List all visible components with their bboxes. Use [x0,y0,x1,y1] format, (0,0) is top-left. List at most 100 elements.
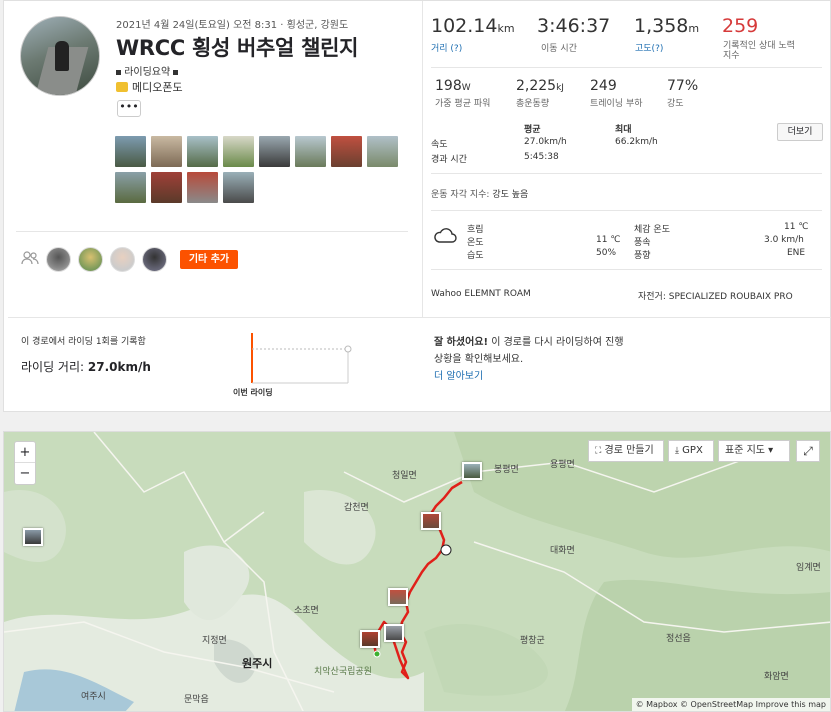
stat-training-load-label: 트레이닝 부하 [590,99,643,109]
progress-chart [251,333,352,384]
stat-value: 1,358 [634,15,689,37]
stat-value: 2,225 [516,78,557,94]
bike-name: 자전거: SPECIALIZED ROUBAIX PRO [638,292,793,302]
stat-intensity-label: 강도 [667,99,684,109]
athlete-avatar[interactable] [142,247,167,272]
map-attribution[interactable]: © Mapbox © OpenStreetMap Improve this ma… [631,698,830,711]
activity-title: WRCC 횡성 버추얼 챌린지 [116,36,359,60]
photo-thumbnail[interactable] [259,136,290,167]
weather-temp-label: 온도 [467,238,484,248]
photo-thumbnail[interactable] [151,136,182,167]
weather-feels-value: 11 ℃ [784,222,809,232]
divider [431,67,822,68]
download-icon: ⤓ [675,446,679,456]
gpx-button[interactable]: ⤓ GPX [668,440,714,462]
place-label: 봉평면 [494,465,519,475]
photo-thumbnail[interactable] [187,172,218,203]
promo-bold: 잘 하셨어요! [434,337,489,348]
perceived-value: 강도 높음 [492,190,529,200]
place-label: 갑천면 [344,503,369,513]
stat-weighted-power-label: 가중 평균 파워 [435,99,491,109]
map-photo-marker[interactable] [462,462,482,480]
perceived-label: 운동 자각 지수: [431,190,490,200]
stat-relative-effort-label: 기록적인 상대 노력 지수 [723,41,795,61]
map-photo-marker[interactable] [384,624,404,642]
stat-distance-label[interactable]: 거리 (?) [431,41,462,54]
athlete-avatar[interactable] [46,247,71,272]
activity-date-location: 2021년 4월 24일(토요일) 오전 8:31 · 횡성군, 강원도 [116,20,349,31]
stat-elevation-label[interactable]: 고도(?) [635,41,663,54]
divider [431,173,822,174]
photo-thumbnail[interactable] [115,136,146,167]
stat-intensity: 77% [667,78,698,94]
photo-thumbnail[interactable] [151,172,182,203]
athlete-avatar[interactable] [110,247,135,272]
map-photo-marker[interactable] [421,512,441,530]
place-label: 대화면 [550,546,575,556]
place-label: 평창군 [520,636,545,646]
athlete-avatar[interactable] [78,247,103,272]
zoom-out-button[interactable]: − [15,463,35,484]
stat-value: 259 [722,15,759,37]
elapsed-avg: 5:45:38 [524,152,559,162]
place-label: 용평면 [550,460,575,470]
fullscreen-icon[interactable]: ⤢ [796,440,820,462]
stat-unit: m [688,22,700,35]
activity-card: 2021년 4월 24일(토요일) 오전 8:31 · 횡성군, 강원도 WRC… [3,0,831,412]
square-icon [173,69,179,75]
map-photo-marker[interactable] [360,630,380,648]
learn-more-link[interactable]: 더 알아보기 [434,371,483,382]
photo-thumbnail[interactable] [223,136,254,167]
make-route-label: 경로 만들기 [604,445,654,456]
records-line: 이 경로에서 라이딩 1회를 기록함 [21,337,146,347]
route-line [372,480,463,680]
distance-value: 27.0km/h [87,360,151,374]
weather-feels-label: 체감 온도 [634,225,670,235]
weather-wind-label: 풍속 [634,238,651,248]
place-label: 임계면 [796,563,821,573]
route-map[interactable]: 청일면 봉평면 용평면 갑천면 대화면 임계면 소초면 지정면 평창군 정선읍 … [3,431,831,712]
place-label: 원주시 [242,657,273,670]
stat-relative-effort: 259 [722,15,758,37]
stat-unit: kJ [556,83,564,93]
gpx-label: GPX [682,445,703,456]
stat-unit: km [497,22,515,35]
summary-line: 라이딩요약 [116,63,179,78]
stat-total-work: 2,225kJ [516,78,564,94]
map-photo-marker[interactable] [23,528,43,546]
photo-thumbnail[interactable] [187,136,218,167]
cloud-icon [433,226,457,248]
place-label: 지정면 [202,636,227,646]
distance-label: 라이딩 거리: [21,360,85,374]
stat-unit: W [461,83,471,93]
weather-humidity-value: 50% [596,248,617,258]
tag-icon [116,82,128,92]
photo-thumbnail[interactable] [223,172,254,203]
map-photo-marker[interactable] [388,588,408,606]
zoom-in-button[interactable]: + [15,442,35,463]
more-details-button[interactable]: 더보기 [777,123,823,141]
athlete-avatar[interactable] [20,16,100,96]
place-label: 화암면 [764,672,789,682]
photo-thumbnail[interactable] [367,136,398,167]
more-actions-button[interactable]: ••• [117,100,141,117]
trend-point [344,345,352,353]
make-route-button[interactable]: ⛶ 경로 만들기 [588,440,664,462]
perceived-exertion: 운동 자각 지수: 강도 높음 [431,187,528,200]
column-divider [422,1,423,317]
weather-humidity-label: 습도 [467,251,484,261]
map-style-dropdown[interactable]: 표준 지도 ▾ [718,440,790,462]
place-label: 소초면 [294,606,319,616]
chart-label: 이번 라이딩 [233,388,273,397]
place-label: 문막읍 [184,695,209,705]
speed-max: 66.2km/h [615,137,658,147]
divider [8,317,831,318]
photo-thumbnail[interactable] [331,136,362,167]
photo-thumbnail[interactable] [115,172,146,203]
add-others-button[interactable]: 기타 추가 [180,250,238,269]
group-icon [21,251,39,269]
stat-value: 102.14 [431,15,498,37]
summary-label: 라이딩요약 [124,67,171,78]
photo-thumbnail[interactable] [295,136,326,167]
stat-value: 3:46:37 [537,15,611,37]
